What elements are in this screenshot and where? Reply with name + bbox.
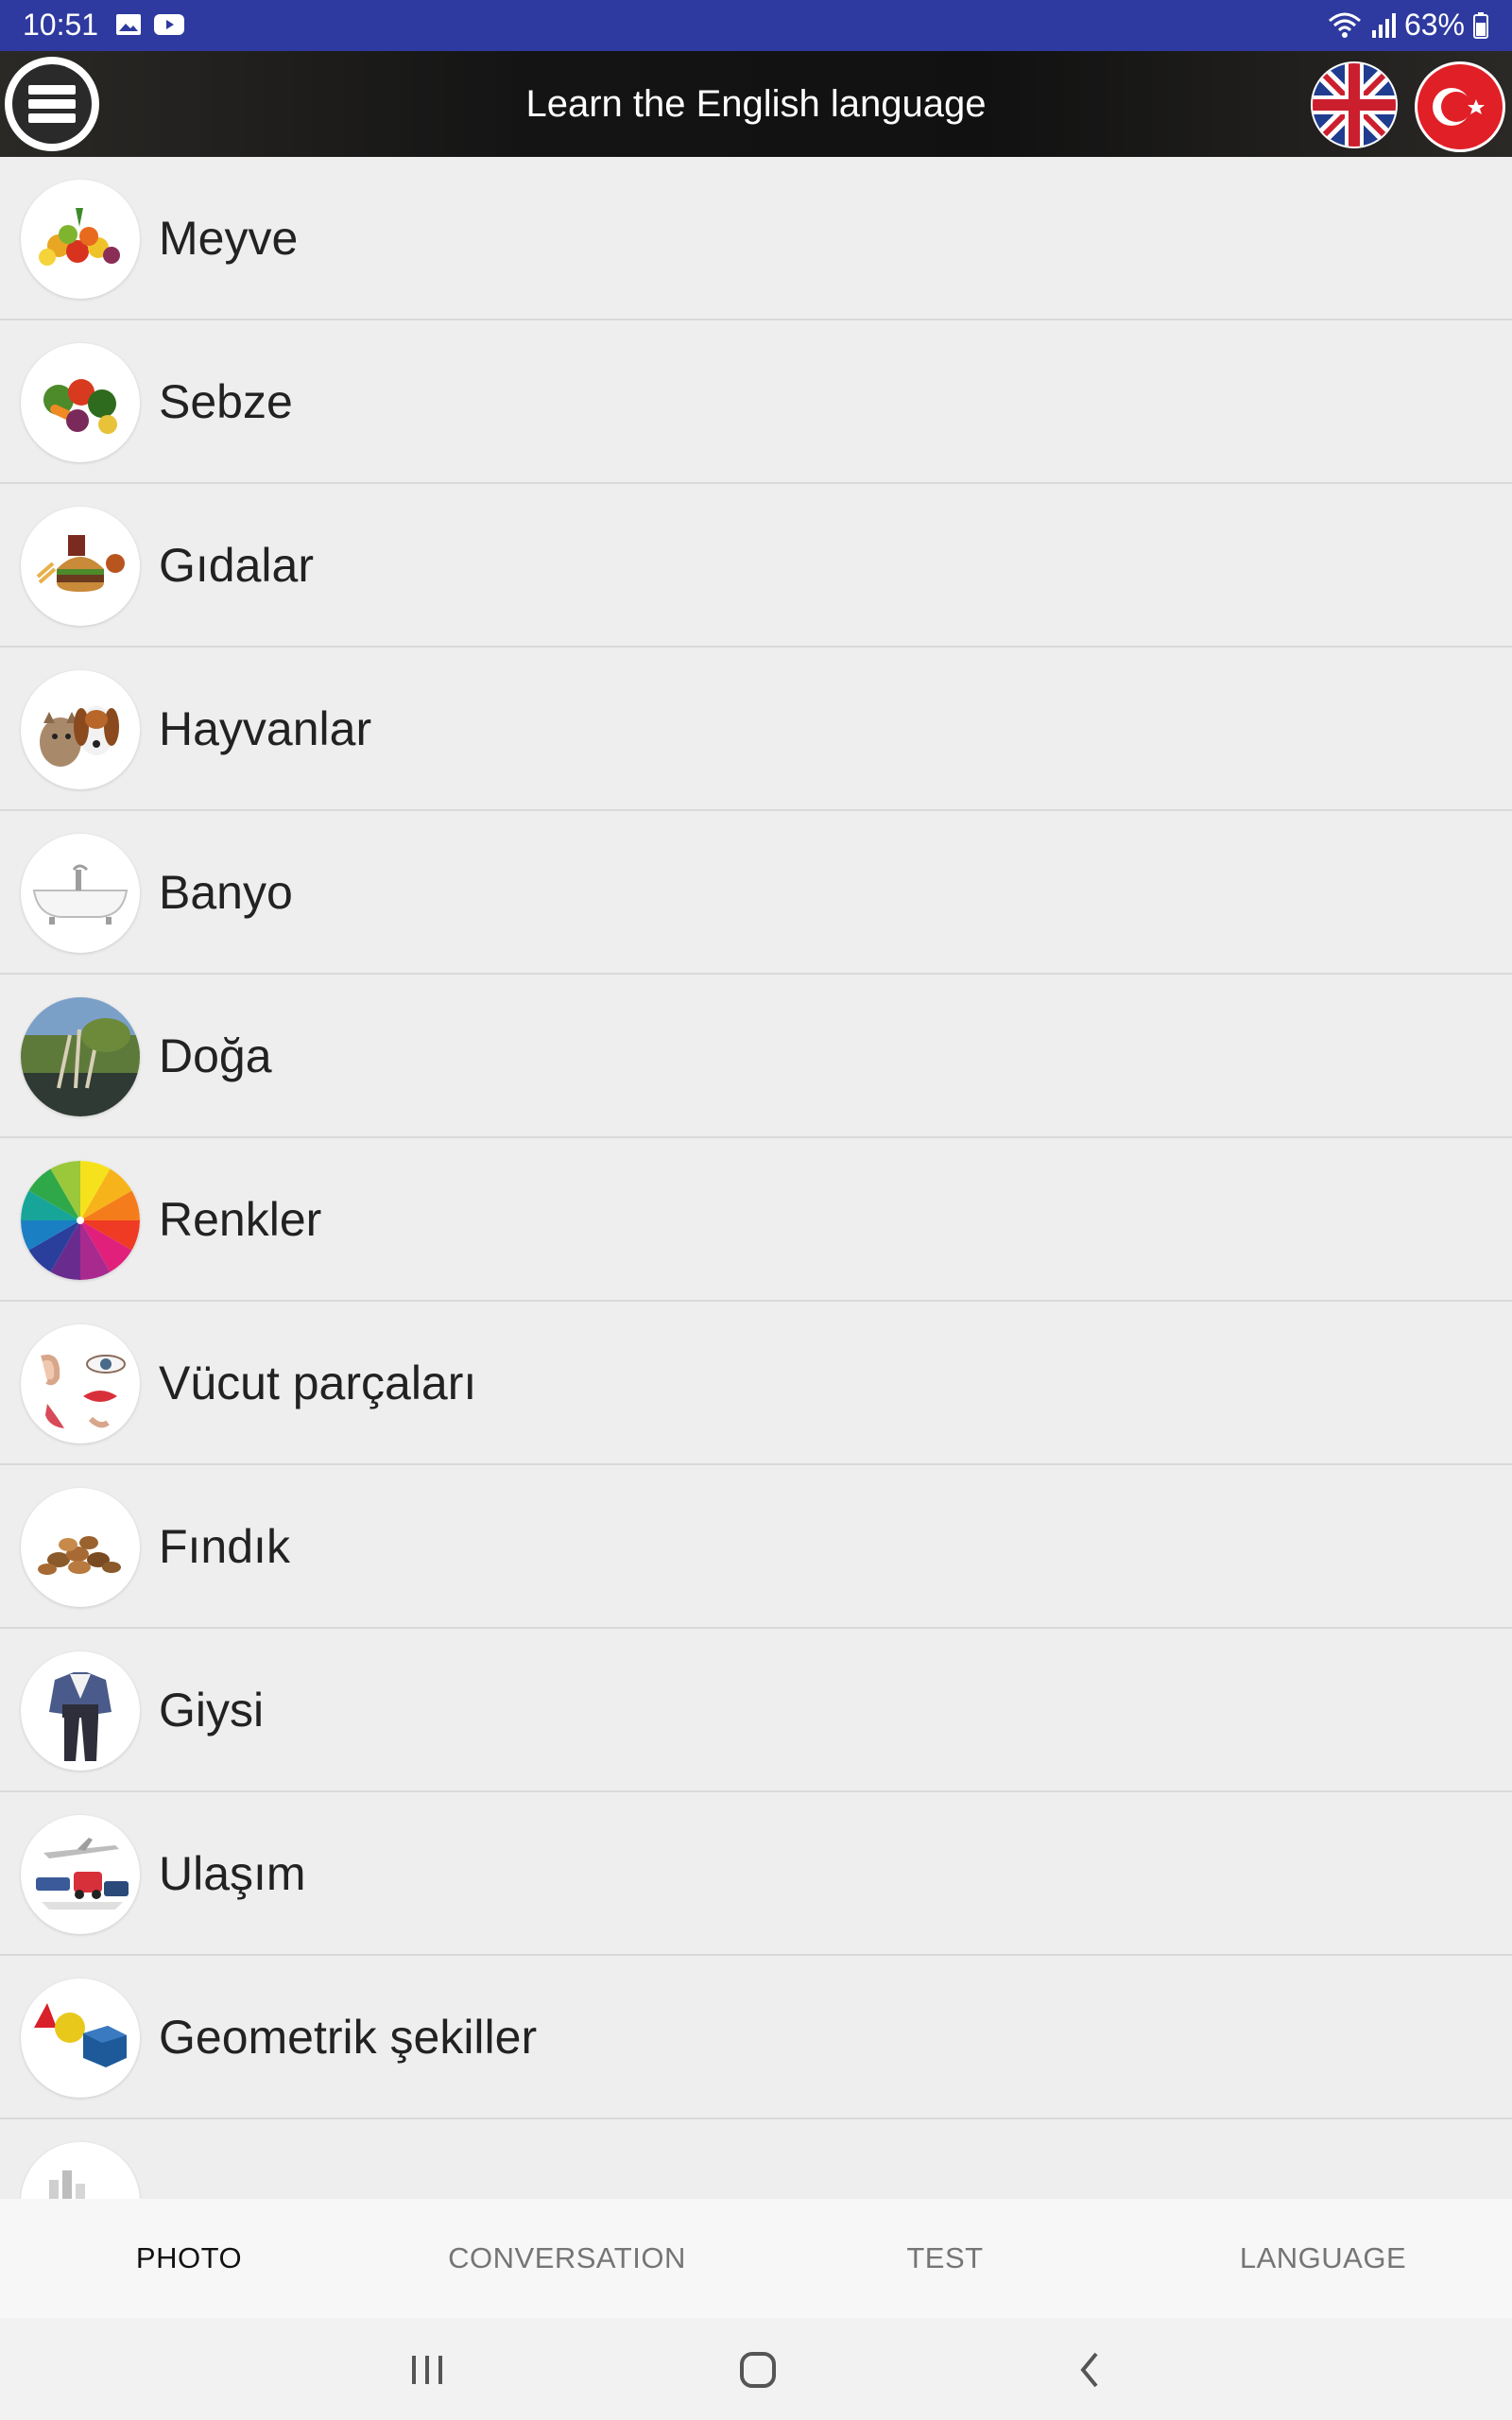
list-item[interactable]: Hayvanlar	[0, 648, 1512, 811]
clothes-icon	[21, 1651, 140, 1771]
bathtub-icon	[21, 834, 140, 953]
status-bar: 10:51 63%	[0, 0, 1512, 51]
status-time: 10:51	[23, 8, 99, 42]
home-button[interactable]	[730, 2346, 786, 2394]
system-nav-bar	[0, 2318, 1512, 2420]
recent-apps-icon	[412, 2356, 442, 2384]
hamburger-menu-icon	[5, 57, 99, 151]
battery-percent: 63%	[1403, 8, 1465, 42]
category-list: Meyve Sebze Gıdalar Hayvanlar Banyo Doğa…	[0, 157, 1512, 2199]
back-icon	[1080, 2352, 1098, 2388]
app-title: Learn the English language	[525, 83, 987, 125]
list-item[interactable]: Fındık	[0, 1465, 1512, 1629]
list-item-label: Banyo	[159, 866, 293, 919]
food-icon	[21, 507, 140, 626]
list-item[interactable]: Meyve	[0, 157, 1512, 320]
list-item-label: Meyve	[159, 212, 299, 265]
list-item-label: Gıdalar	[159, 539, 314, 592]
animals-icon	[21, 670, 140, 789]
app-bar: Learn the English language	[0, 51, 1512, 157]
gallery-icon	[116, 14, 141, 35]
youtube-icon	[154, 14, 184, 35]
list-item-label: Doğa	[159, 1029, 272, 1082]
status-right: 63%	[1327, 8, 1489, 43]
battery-icon	[1473, 11, 1488, 39]
list-item-label: Vücut parçaları	[159, 1357, 477, 1409]
list-item[interactable]: Geometrik şekiller	[0, 1956, 1512, 2119]
list-item[interactable]: Ulaşım	[0, 1792, 1512, 1956]
tab-conversation[interactable]: CONVERSATION	[378, 2199, 756, 2318]
signal-icon	[1371, 12, 1396, 38]
city-icon	[21, 2142, 140, 2199]
list-item-label: Giysi	[159, 1684, 265, 1737]
fruit-icon	[21, 180, 140, 299]
wifi-icon	[1328, 12, 1361, 38]
list-item[interactable]: Sebze	[0, 320, 1512, 484]
home-icon	[740, 2352, 776, 2388]
list-item-label: Sebze	[159, 375, 293, 428]
list-item-label: Hayvanlar	[159, 702, 372, 755]
vegetable-icon	[21, 343, 140, 462]
transport-icon	[21, 1815, 140, 1934]
list-item-label: Fındık	[159, 1520, 290, 1573]
menu-button[interactable]	[0, 51, 106, 157]
list-item[interactable]: Gıdalar	[0, 484, 1512, 648]
tab-test[interactable]: TEST	[756, 2199, 1134, 2318]
color-wheel-icon	[21, 1161, 140, 1280]
back-button[interactable]	[1062, 2346, 1119, 2394]
shapes-icon	[21, 1979, 140, 2098]
recent-apps-button[interactable]	[399, 2346, 455, 2394]
list-item[interactable]: Renkler	[0, 1138, 1512, 1302]
nuts-icon	[21, 1488, 140, 1607]
list-item-label: Ulaşım	[159, 1847, 306, 1900]
list-item[interactable]: Giysi	[0, 1629, 1512, 1792]
list-item[interactable]: Doğa	[0, 975, 1512, 1138]
uk-flag-icon	[1311, 61, 1398, 148]
list-item[interactable]	[0, 2119, 1512, 2199]
list-item-label: Renkler	[159, 1193, 322, 1246]
nature-icon	[21, 997, 140, 1116]
list-item[interactable]: Banyo	[0, 811, 1512, 975]
tab-photo[interactable]: PHOTO	[0, 2199, 378, 2318]
turkey-flag-button[interactable]	[1414, 60, 1506, 153]
turkey-flag-icon	[1415, 61, 1505, 152]
list-item[interactable]: Vücut parçaları	[0, 1302, 1512, 1465]
uk-flag-button[interactable]	[1310, 60, 1399, 149]
body-parts-icon	[21, 1324, 140, 1443]
list-item-label: Geometrik şekiller	[159, 2011, 538, 2064]
bottom-tab-bar: PHOTO CONVERSATION TEST LANGUAGE	[0, 2199, 1512, 2318]
tab-language[interactable]: LANGUAGE	[1134, 2199, 1512, 2318]
